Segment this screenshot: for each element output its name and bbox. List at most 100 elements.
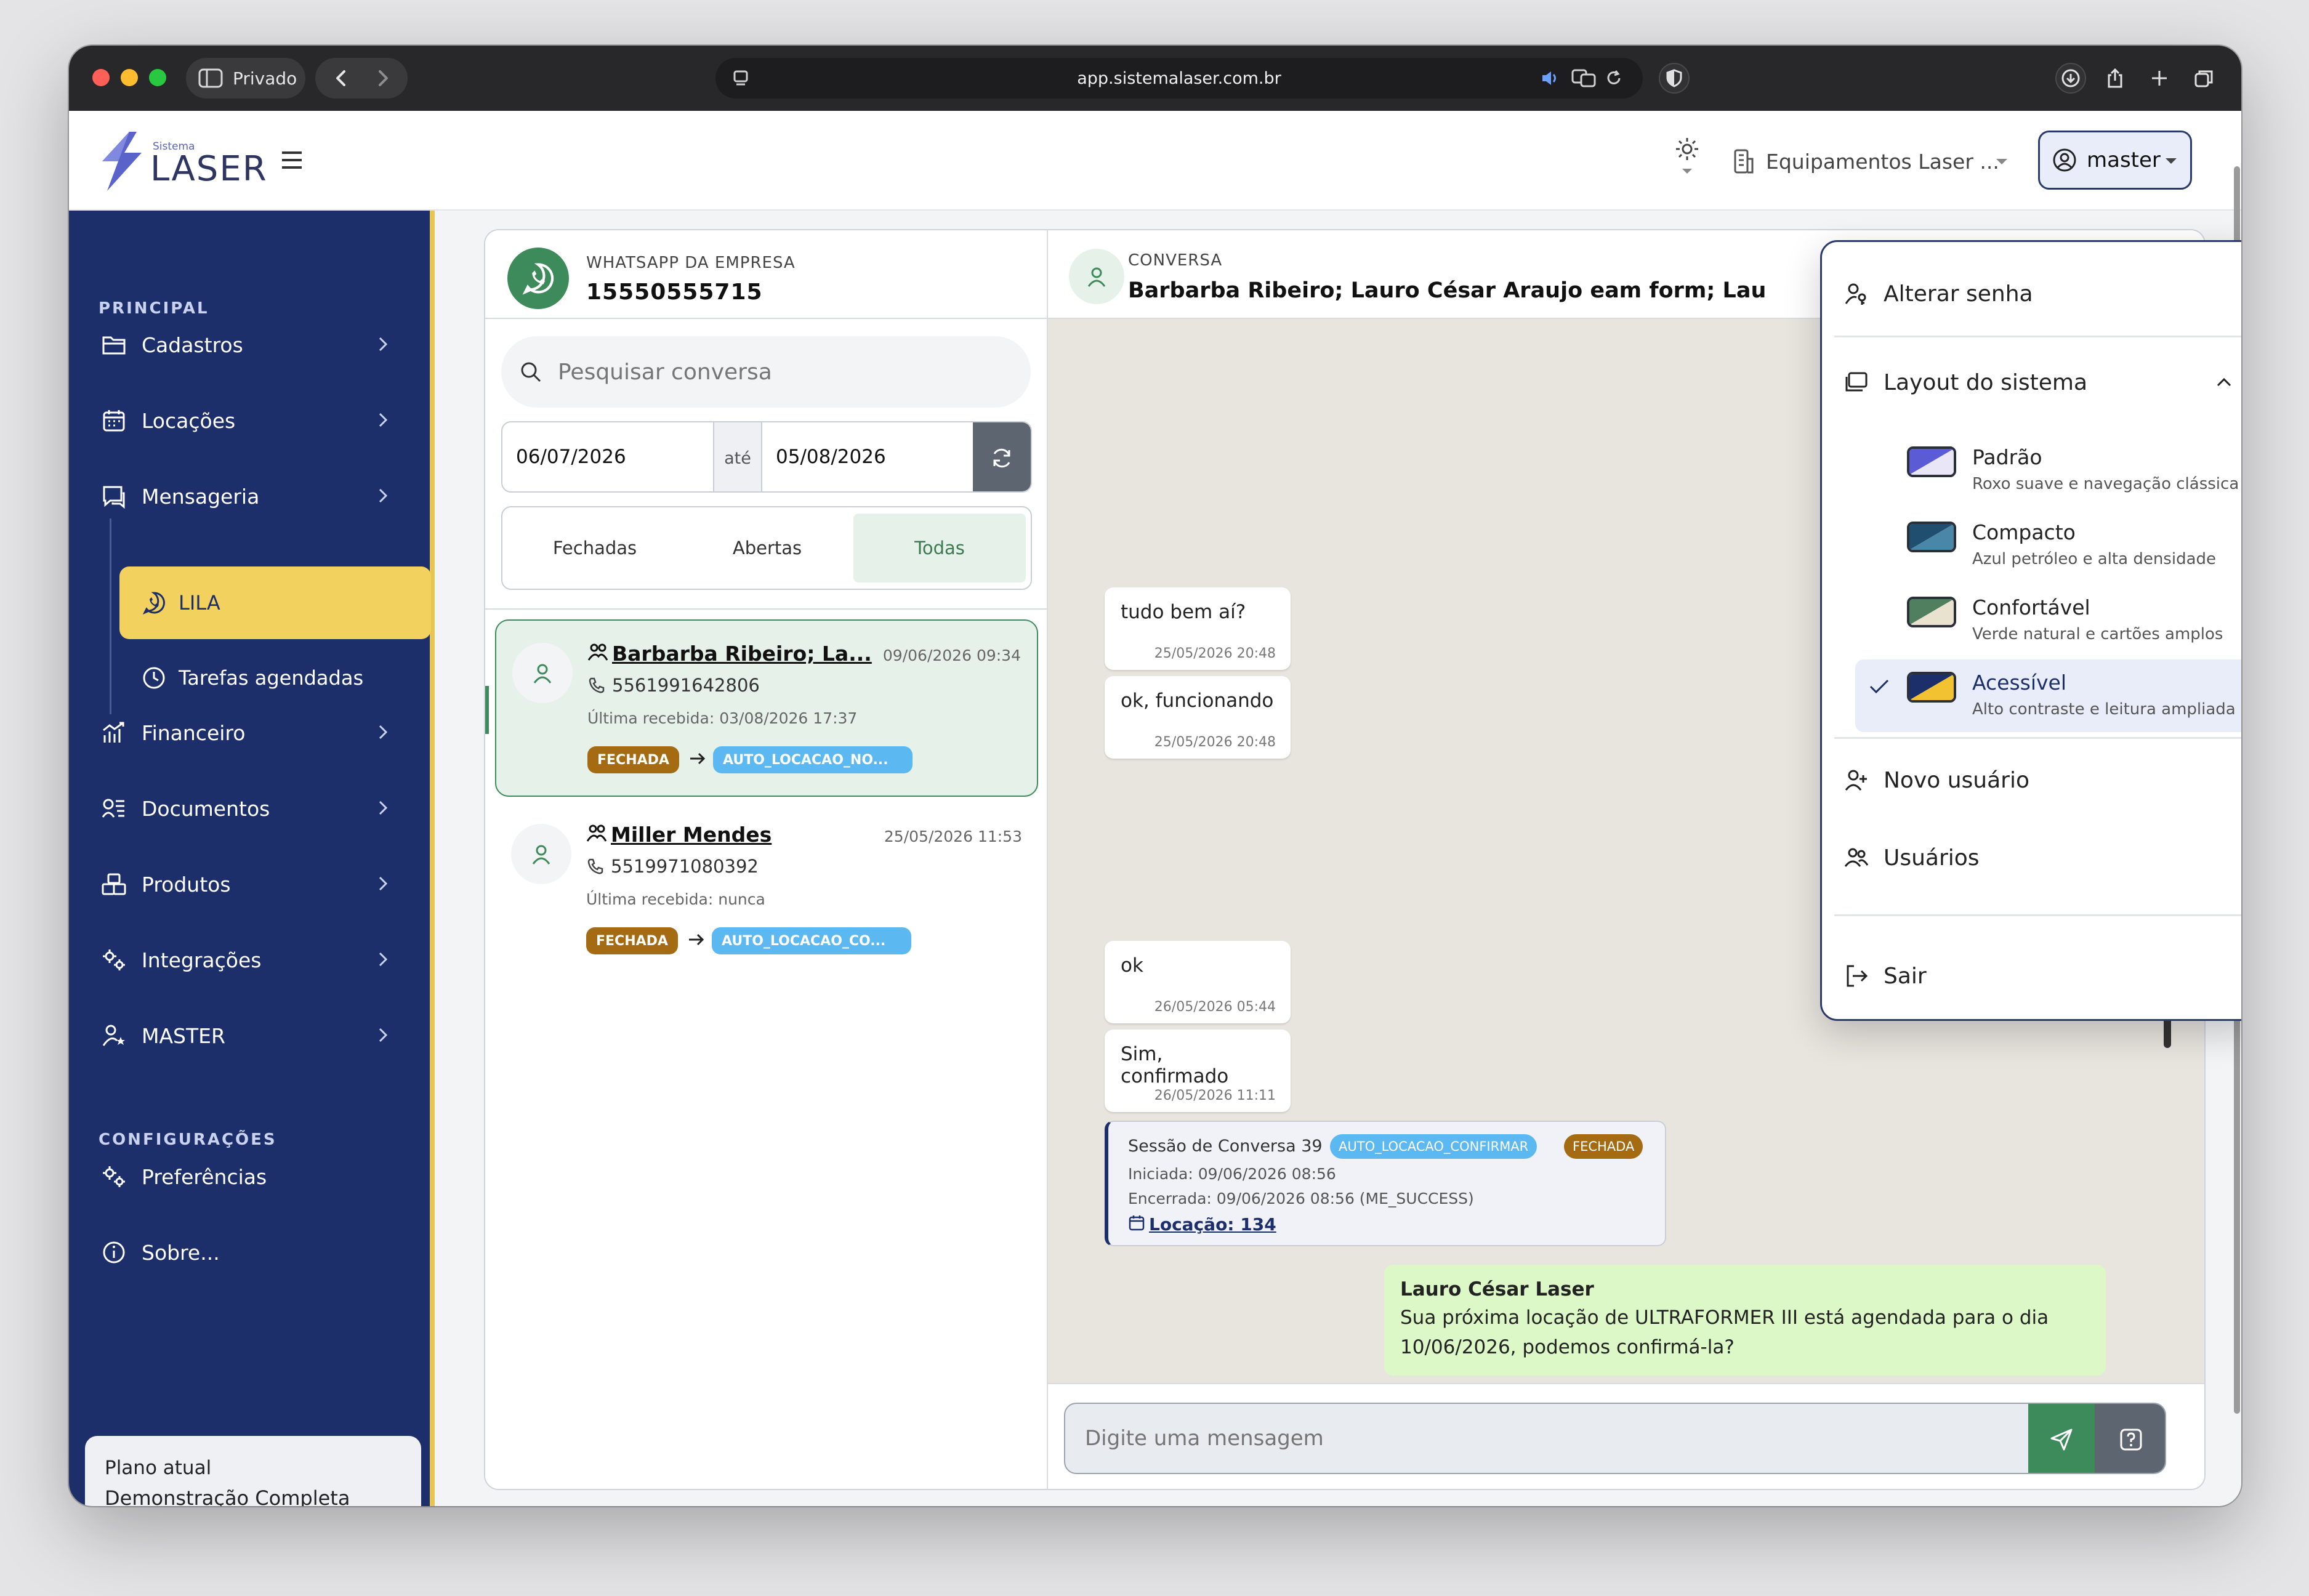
conversation-phone: 5561991642806 [612, 675, 760, 696]
message-time: 26/05/2026 11:11 [1154, 1088, 1276, 1103]
shield-icon[interactable] [1659, 63, 1690, 94]
user-star-icon [99, 1020, 129, 1051]
search-conversation-input[interactable] [558, 353, 1001, 390]
user-dropdown-menu: Alterar senha Layout do sistema Padrão R… [1820, 240, 2241, 1021]
theme-swatch-padrao [1907, 446, 1956, 477]
sun-icon [1676, 138, 1698, 160]
menu-item-label: Usuários [1884, 845, 1980, 871]
menu-item-logout[interactable]: Sair [1844, 951, 2238, 1001]
sidebar-item-label: Preferências [142, 1164, 267, 1189]
user-menu-button[interactable]: master [2038, 131, 2192, 190]
new-tab-icon[interactable] [2144, 63, 2175, 94]
date-to-field[interactable]: 05/08/2026 [776, 446, 886, 468]
search-conversation-box[interactable] [501, 336, 1031, 408]
forward-icon[interactable] [372, 68, 393, 89]
conversation-name[interactable]: Miller Mendes [611, 823, 772, 847]
layout-option-padrao[interactable]: Padrão Roxo suave e navegação clássica [1855, 434, 2241, 507]
sidebar-item-lila[interactable]: LILA [119, 566, 431, 639]
menu-divider [1834, 737, 2241, 739]
minimize-window-button[interactable] [121, 69, 138, 86]
menu-item-new-user[interactable]: Novo usuário [1844, 756, 2238, 805]
share-icon[interactable] [2100, 63, 2130, 94]
whatsapp-icon [522, 263, 554, 295]
theme-swatch-acessivel [1907, 672, 1956, 703]
zoom-window-button[interactable] [149, 69, 166, 86]
layout-description: Roxo suave e navegação clássica [1972, 475, 2239, 493]
sidebar-item-produtos[interactable]: Produtos [99, 855, 406, 914]
sidebar-item-label: MASTER [142, 1023, 225, 1048]
chevron-up-icon [2217, 377, 2231, 387]
sidebar-item-preferencias[interactable]: Preferências [99, 1147, 406, 1206]
sidebar-item-mensageria[interactable]: Mensageria [99, 467, 406, 526]
layout-option-confortavel[interactable]: Confortável Verde natural e cartões ampl… [1855, 584, 2241, 657]
send-button[interactable] [2028, 1404, 2095, 1473]
plan-value: Demonstração Completa [105, 1486, 350, 1506]
layout-option-acessivel[interactable]: Acessível Alto contraste e leitura ampli… [1855, 659, 2241, 732]
sidebar-item-documentos[interactable]: Documentos [99, 779, 406, 838]
chat-label: CONVERSA [1128, 251, 1223, 270]
browser-toolbar: Privado app.sistemalaser.com.br [69, 46, 2241, 111]
address-bar[interactable]: app.sistemalaser.com.br [715, 58, 1643, 99]
layout-description: Azul petróleo e alta densidade [1972, 550, 2217, 568]
sidebar-item-financeiro[interactable]: Financeiro [99, 703, 406, 762]
menu-toggle-button[interactable] [280, 149, 304, 171]
arrow-right-icon [689, 933, 704, 946]
whatsapp-avatar [507, 248, 569, 309]
laser-logo[interactable]: Sistema LASER [94, 129, 267, 193]
conversation-last-received: Última recebida: nunca [586, 890, 765, 908]
help-button[interactable] [2095, 1404, 2165, 1473]
message-input[interactable] [1085, 1420, 2009, 1457]
menu-item-layout[interactable]: Layout do sistema [1844, 358, 2238, 407]
private-tab-button[interactable]: Privado [186, 58, 305, 99]
filter-fechadas[interactable]: Fechadas [509, 514, 681, 582]
menu-item-label: Layout do sistema [1884, 369, 2088, 395]
layout-name: Acessível [1972, 671, 2066, 695]
sidebar-item-integracoes[interactable]: Integrações [99, 930, 406, 989]
filter-abertas[interactable]: Abertas [681, 514, 853, 582]
menu-item-label: Novo usuário [1884, 767, 2030, 793]
sidebar-item-cadastros[interactable]: Cadastros [99, 315, 406, 374]
boxes-icon [99, 869, 129, 900]
message-bubble: ok, funcionando 25/05/2026 20:48 [1105, 676, 1291, 759]
user-key-icon [1844, 281, 1875, 306]
message-input-box[interactable] [1064, 1403, 2166, 1474]
translate-icon[interactable] [1571, 69, 1596, 87]
layout-icon [1844, 371, 1875, 393]
conversation-name[interactable]: Barbarba Ribeiro; La... [612, 642, 872, 666]
chevron-right-icon [379, 1028, 388, 1042]
tab-overview-icon[interactable] [2188, 63, 2219, 94]
sidebar-item-locacoes[interactable]: Locações [99, 391, 406, 450]
sidebar-item-label: Mensageria [142, 484, 260, 509]
conversation-card[interactable]: Barbarba Ribeiro; La... 09/06/2026 09:34… [495, 619, 1038, 797]
conversation-card[interactable]: Miller Mendes 25/05/2026 11:53 551997108… [495, 802, 1038, 979]
sidebar-item-sobre[interactable]: Sobre... [99, 1223, 406, 1282]
date-from-field[interactable]: 06/07/2026 [516, 446, 626, 468]
downloads-icon[interactable] [2055, 63, 2086, 94]
close-window-button[interactable] [92, 69, 110, 86]
settings-icon [99, 1161, 129, 1192]
menu-item-change-password[interactable]: Alterar senha [1844, 269, 2238, 318]
session-status-badge: FECHADA [1564, 1134, 1643, 1159]
company-select-value: Equipamentos Laser ... [1766, 149, 1999, 174]
section-config-heading: CONFIGURAÇÕES [99, 1130, 277, 1149]
theme-toggle-button[interactable] [1669, 135, 1706, 185]
history-nav [315, 58, 408, 99]
sidebar-item-label: LILA [179, 591, 220, 615]
chevron-right-icon [379, 876, 388, 891]
menu-item-users[interactable]: Usuários [1844, 833, 2238, 882]
layout-name: Confortável [1972, 595, 2090, 619]
back-icon[interactable] [331, 68, 352, 89]
filter-todas[interactable]: Todas [853, 514, 1026, 582]
sidebar-item-label: Documentos [142, 796, 270, 821]
session-locacao-link[interactable]: Locação: 134 [1149, 1214, 1276, 1235]
bolt-logo-icon [102, 132, 142, 191]
layout-option-compacto[interactable]: Compacto Azul petróleo e alta densidade [1855, 509, 2241, 582]
reload-icon[interactable] [1605, 69, 1623, 87]
audio-icon[interactable] [1541, 70, 1560, 87]
refresh-button[interactable] [973, 422, 1031, 491]
outgoing-text: Sua próxima locação de ULTRAFORMER III e… [1400, 1307, 2049, 1358]
sidebar-item-label: Financeiro [142, 720, 246, 745]
sidebar-item-master[interactable]: MASTER [99, 1006, 406, 1065]
logout-icon [1844, 964, 1875, 988]
company-select[interactable]: Equipamentos Laser ... [1731, 144, 2015, 179]
